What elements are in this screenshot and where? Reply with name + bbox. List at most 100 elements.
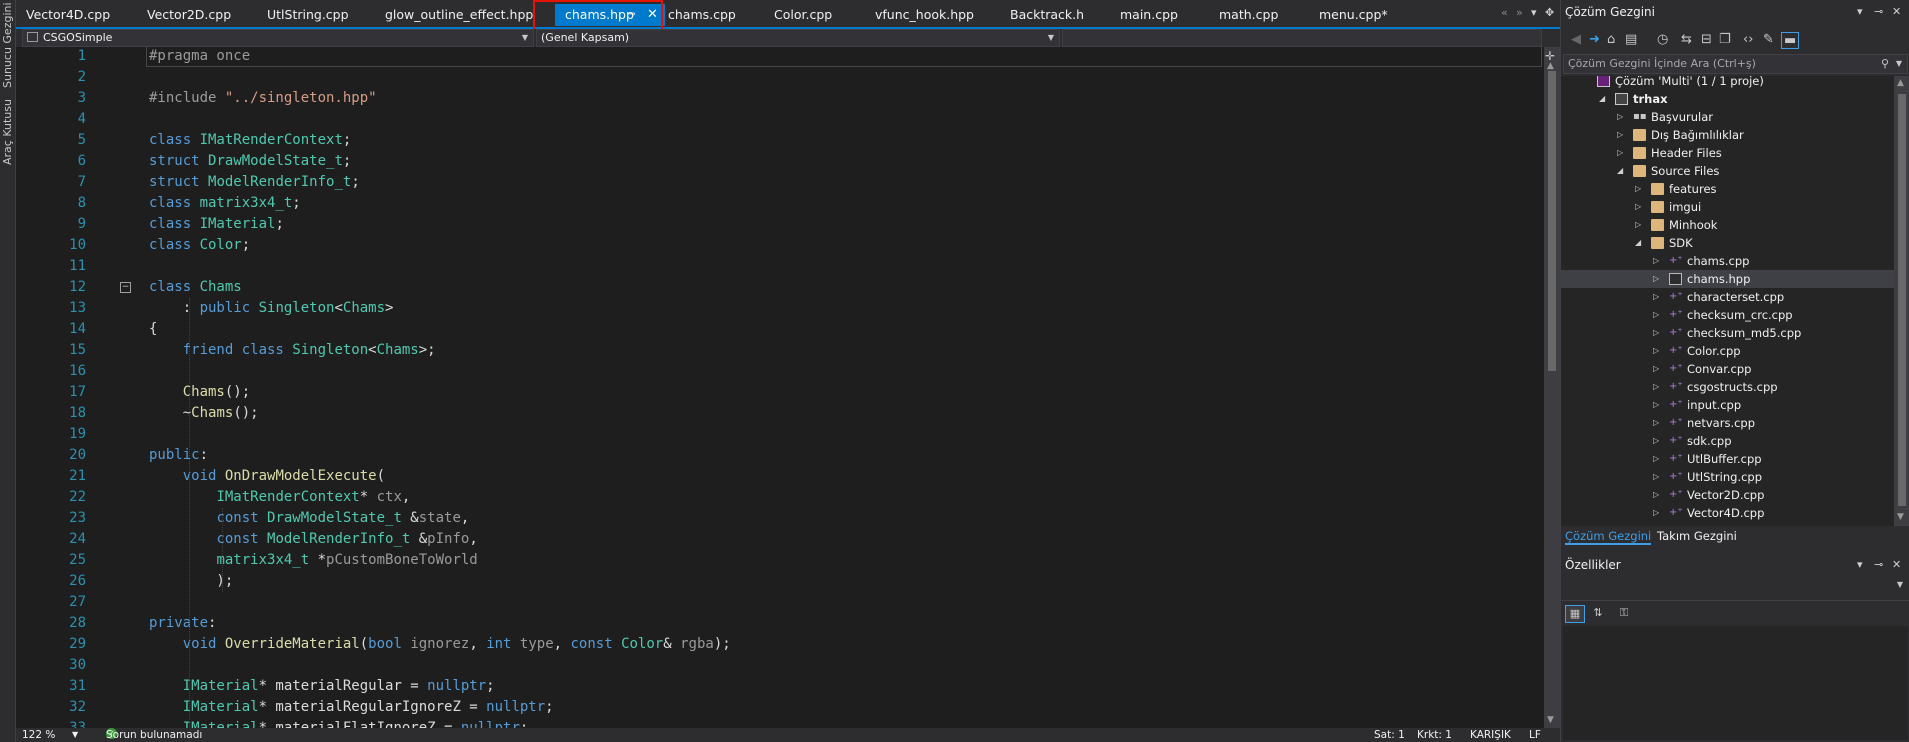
tree-item[interactable]: ▷ +⁺ Color.cpp bbox=[1561, 342, 1894, 360]
close-icon[interactable]: ✕ bbox=[647, 4, 658, 26]
collapsed-arrow-icon[interactable]: ▷ bbox=[1635, 198, 1641, 216]
collapsed-arrow-icon[interactable]: ▷ bbox=[1653, 486, 1659, 504]
scroll-down-icon[interactable]: ▼ bbox=[1897, 512, 1904, 522]
collapsed-arrow-icon[interactable]: ▷ bbox=[1617, 108, 1623, 126]
code-line[interactable]: { bbox=[149, 319, 157, 340]
toolbox-tab[interactable]: Araç Kutusu bbox=[1, 96, 15, 168]
code-line[interactable]: #pragma once bbox=[149, 47, 250, 67]
editor-vertical-scrollbar[interactable]: ▲ ▼ bbox=[1544, 47, 1560, 728]
scope-dropdown[interactable]: (Genel Kapsam) ▼ bbox=[536, 29, 1060, 47]
copy-icon[interactable]: ❐ bbox=[1719, 32, 1731, 47]
scroll-tabs-left-icon[interactable]: « bbox=[1501, 6, 1508, 19]
collapsed-arrow-icon[interactable]: ▷ bbox=[1617, 144, 1623, 162]
expanded-arrow-icon[interactable]: ◢ bbox=[1617, 162, 1623, 180]
tab-vector4d-cpp[interactable]: Vector4D.cpp bbox=[26, 4, 110, 26]
collapsed-arrow-icon[interactable]: ▷ bbox=[1653, 360, 1659, 378]
code-line[interactable]: class Color; bbox=[149, 235, 250, 256]
tree-item[interactable]: ◢ Source Files bbox=[1561, 162, 1894, 180]
collapse-all-icon[interactable]: ⊟ bbox=[1701, 32, 1712, 47]
tree-item[interactable]: ▷ +⁺ netvars.cpp bbox=[1561, 414, 1894, 432]
panel-menu-icon[interactable]: ▾ bbox=[1857, 5, 1863, 18]
line-ending[interactable]: LF bbox=[1529, 728, 1541, 742]
switch-views-icon[interactable]: ▤ bbox=[1625, 32, 1637, 47]
zoom-dropdown-icon[interactable]: ▼ bbox=[72, 728, 78, 742]
collapsed-arrow-icon[interactable]: ▷ bbox=[1653, 414, 1659, 432]
tree-item[interactable]: ▷ features bbox=[1561, 180, 1894, 198]
collapsed-arrow-icon[interactable]: ▷ bbox=[1635, 180, 1641, 198]
code-line[interactable]: ); bbox=[149, 571, 233, 592]
tab-glow-outline-effect-hpp[interactable]: glow_outline_effect.hpp bbox=[385, 4, 533, 26]
zoom-level[interactable]: 122 % bbox=[22, 728, 55, 742]
code-line[interactable]: class IMaterial; bbox=[149, 214, 284, 235]
properties-object-dropdown[interactable]: ▼ bbox=[1563, 578, 1908, 596]
tab-color-cpp[interactable]: Color.cpp bbox=[774, 4, 832, 26]
collapsed-arrow-icon[interactable]: ▷ bbox=[1653, 432, 1659, 450]
tree-item[interactable]: ▷ imgui bbox=[1561, 198, 1894, 216]
tab-team-explorer[interactable]: Takım Gezgini bbox=[1657, 527, 1737, 545]
tree-item[interactable]: ▷ +⁺ Vector4D.cpp bbox=[1561, 504, 1894, 522]
collapsed-arrow-icon[interactable]: ▷ bbox=[1653, 504, 1659, 522]
tab-chams-cpp[interactable]: chams.cpp bbox=[668, 4, 736, 26]
forward-icon[interactable]: ➜ bbox=[1589, 32, 1600, 47]
code-line[interactable]: struct DrawModelState_t; bbox=[149, 151, 351, 172]
code-line[interactable]: void OverrideMaterial(bool ignorez, int … bbox=[149, 634, 731, 655]
tree-item[interactable]: ▷ Minhook bbox=[1561, 216, 1894, 234]
code-line[interactable]: IMaterial* materialRegularIgnoreZ = null… bbox=[149, 697, 554, 718]
code-line[interactable]: class IMatRenderContext; bbox=[149, 130, 351, 151]
indent-mode[interactable]: KARIŞIK bbox=[1470, 728, 1511, 742]
scroll-down-icon[interactable]: ▼ bbox=[1547, 715, 1554, 725]
tree-item[interactable]: ▷ +⁺ checksum_md5.cpp bbox=[1561, 324, 1894, 342]
split-layout-icon[interactable]: ✥ bbox=[1545, 6, 1554, 19]
project-dropdown[interactable]: CSGOSimple ▼ bbox=[22, 29, 534, 47]
property-pages-icon[interactable]: ⚿ bbox=[1614, 605, 1634, 623]
chevron-down-icon[interactable]: ▼ bbox=[1896, 55, 1902, 73]
tab-list-dropdown-icon[interactable]: ▾ bbox=[1531, 6, 1537, 19]
collapsed-arrow-icon[interactable]: ▷ bbox=[1653, 378, 1659, 396]
collapsed-arrow-icon[interactable]: ▷ bbox=[1653, 288, 1659, 306]
split-editor-icon[interactable]: ✛ bbox=[1545, 49, 1555, 63]
code-line[interactable]: Chams(); bbox=[149, 382, 250, 403]
code-line[interactable]: void OnDrawModelExecute( bbox=[149, 466, 385, 487]
wrench-icon[interactable]: ✎ bbox=[1763, 32, 1774, 47]
code-line[interactable]: IMaterial* materialRegular = nullptr; bbox=[149, 676, 495, 697]
view-code-icon[interactable]: ‹› bbox=[1743, 32, 1753, 47]
tree-item[interactable]: ▷ Dış Bağımlılıklar bbox=[1561, 126, 1894, 144]
collapsed-arrow-icon[interactable]: ▷ bbox=[1635, 216, 1641, 234]
close-icon[interactable]: ✕ bbox=[1892, 558, 1901, 571]
collapsed-arrow-icon[interactable]: ▷ bbox=[1653, 468, 1659, 486]
pin-icon[interactable]: ⊸ bbox=[1874, 558, 1883, 571]
scrollbar-thumb[interactable] bbox=[1898, 94, 1906, 506]
tab-chams-hpp-active[interactable]: chams.hpp ⊸ ✕ bbox=[555, 4, 665, 26]
tree-item[interactable]: ◢ SDK bbox=[1561, 234, 1894, 252]
scroll-tabs-right-icon[interactable]: » bbox=[1516, 6, 1523, 19]
tree-item[interactable]: ▷ +⁺ sdk.cpp bbox=[1561, 432, 1894, 450]
tab-menu-cpp[interactable]: menu.cpp* bbox=[1319, 4, 1388, 26]
tree-item[interactable]: ▷ chams.hpp bbox=[1561, 270, 1894, 288]
code-line[interactable]: class Chams bbox=[149, 277, 242, 298]
collapsed-arrow-icon[interactable]: ▷ bbox=[1653, 450, 1659, 468]
tree-item[interactable]: ▷ Header Files bbox=[1561, 144, 1894, 162]
tab-utlstring-cpp[interactable]: UtlString.cpp bbox=[267, 4, 349, 26]
tree-item[interactable]: ▷ +⁺ checksum_crc.cpp bbox=[1561, 306, 1894, 324]
tree-item[interactable]: ▷ +⁺ Vector2D.cpp bbox=[1561, 486, 1894, 504]
tree-vertical-scrollbar[interactable]: ▲ ▼ bbox=[1894, 76, 1909, 526]
collapsed-arrow-icon[interactable]: ▷ bbox=[1653, 324, 1659, 342]
scrollbar-thumb[interactable] bbox=[1548, 71, 1556, 371]
tab-backtrack-h[interactable]: Backtrack.h bbox=[1010, 4, 1084, 26]
tree-item[interactable]: ▷ ▪▪ Başvurular bbox=[1561, 108, 1894, 126]
member-dropdown[interactable] bbox=[1062, 29, 1542, 47]
code-line[interactable]: private: bbox=[149, 613, 216, 634]
close-icon[interactable]: ✕ bbox=[1892, 5, 1901, 18]
search-icon[interactable]: ⚲ bbox=[1881, 55, 1889, 73]
solution-search-input[interactable]: Çözüm Gezgini İçinde Ara (Ctrl+ş) ⚲ ▼ bbox=[1563, 54, 1908, 74]
code-line[interactable]: const DrawModelState_t &state, bbox=[149, 508, 469, 529]
collapsed-arrow-icon[interactable]: ▷ bbox=[1617, 126, 1623, 144]
panel-menu-icon[interactable]: ▾ bbox=[1857, 558, 1863, 571]
code-line[interactable]: const ModelRenderInfo_t &pInfo, bbox=[149, 529, 477, 550]
tree-item[interactable]: ▷ +⁺ chams.cpp bbox=[1561, 252, 1894, 270]
code-editor[interactable]: 1 2 3 4 5 6 7 8 9 10 11 12 13 14 15 16 17 18 19 20 21 22 23 24 2… bbox=[16, 47, 1560, 728]
preview-selected-icon[interactable]: ▬ bbox=[1781, 32, 1800, 49]
code-line[interactable]: struct ModelRenderInfo_t; bbox=[149, 172, 360, 193]
expanded-arrow-icon[interactable]: ◢ bbox=[1599, 90, 1605, 108]
pin-icon[interactable]: ⊸ bbox=[1874, 5, 1883, 18]
